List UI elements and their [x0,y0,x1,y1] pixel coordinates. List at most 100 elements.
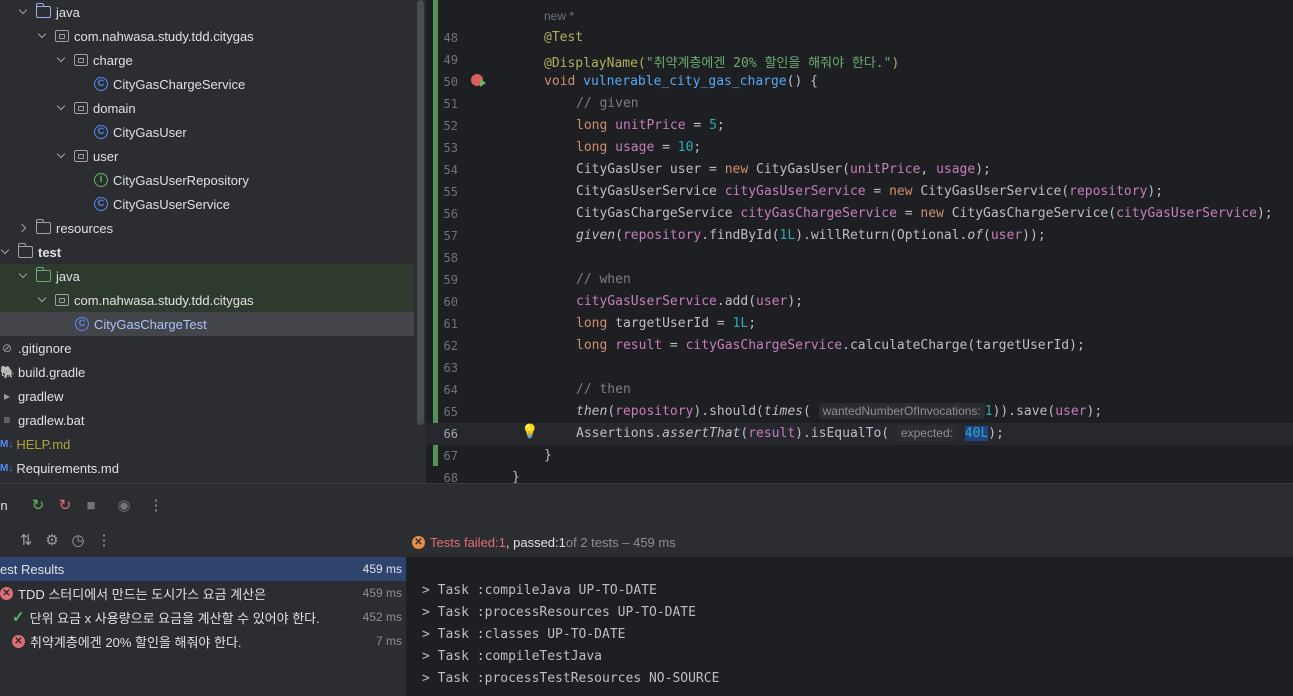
line-number: 63 [443,361,458,375]
package-icon [55,30,69,42]
package-icon [74,150,88,162]
tree-item-citygasuserrepository[interactable]: I CityGasUserRepository [0,168,414,192]
chevron-down-icon[interactable] [56,150,68,162]
test-tree-toolbar: ⇅ ⚙ ◷ ⋮ [0,527,406,557]
line-number: 66 [443,427,458,441]
rerun-icon[interactable]: ↻ [28,496,48,516]
tree-item-java[interactable]: java [0,0,414,24]
failed-icon: ✕ [12,634,25,648]
stop-icon[interactable]: ■ [81,496,101,516]
chevron-down-icon[interactable] [0,246,12,258]
gradle-icon: 🐘 [0,365,15,379]
code-line-62: long result = cityGasChargeService.calcu… [576,338,1085,353]
line-number: 55 [443,185,458,199]
markdown-icon: M↓ [0,462,14,474]
class-icon: C [94,125,108,139]
chevron-down-icon[interactable] [18,6,30,18]
line-number: 65 [443,405,458,419]
console-line: > Task :classes UP-TO-DATE [422,627,626,642]
test-case-row[interactable]: ✓ 단위 요금 x 사용량으로 요금을 계산할 수 있어야 한다. 452 ms [0,605,406,629]
folder-icon [17,243,33,258]
code-line-59: // when [576,272,631,287]
tree-item-package[interactable]: com.nahwasa.study.tdd.citygas [0,24,414,48]
sort-icon[interactable]: ⇅ [16,531,36,551]
history-icon[interactable]: ◷ [68,531,88,551]
console-line: > Task :processResources UP-TO-DATE [422,605,696,620]
code-line-67: } [544,448,552,463]
line-number: 60 [443,295,458,309]
run-tab-fragment[interactable]: n [0,496,14,516]
code-editor[interactable]: new * 48 49 50 51 52 53 54 55 56 57 58 5… [426,0,1293,483]
line-number: 53 [443,141,458,155]
chevron-down-icon[interactable] [37,294,49,306]
more-options-icon[interactable]: ⋮ [146,496,166,516]
console-line: > Task :compileJava UP-TO-DATE [422,583,657,598]
filter-icon[interactable]: ⚙ [42,531,62,551]
tree-item-domain[interactable]: domain [0,96,414,120]
more-options-icon[interactable]: ⋮ [94,531,114,551]
folder-icon [35,3,51,18]
tree-item-build-gradle[interactable]: 🐘 build.gradle [0,360,414,384]
test-results-tree: est Results 459 ms ✕ TDD 스터디에서 만드는 도시가스 … [0,557,406,696]
code-line-55: CityGasUserService cityGasUserService = … [576,184,1164,199]
chevron-down-icon[interactable] [56,102,68,114]
line-number: 68 [443,471,458,483]
tree-item-gradlew-bat[interactable]: ≡ gradlew.bat [0,408,414,432]
class-icon: C [94,77,108,91]
tree-item-help-md[interactable]: M↓ HELP.md [0,432,414,456]
markdown-icon: M↓ [0,438,14,450]
eye-icon[interactable]: ◉ [114,496,134,516]
tree-item-gradlew[interactable]: ▸ gradlew [0,384,414,408]
tree-item-test[interactable]: test [0,240,414,264]
resources-folder-icon [35,219,51,234]
line-number: 62 [443,339,458,353]
chevron-down-icon[interactable] [56,54,68,66]
line-number: 61 [443,317,458,331]
author-hint: new * [544,9,575,23]
text-file-icon: ≡ [3,413,11,427]
tree-item-user[interactable]: user [0,144,414,168]
tree-item-resources[interactable]: resources [0,216,414,240]
console-output[interactable]: > Task :compileJava UP-TO-DATE > Task :p… [406,557,1293,696]
tree-item-citygasuser[interactable]: C CityGasUser [0,120,414,144]
tree-item-citygaschargetest[interactable]: C CityGasChargeTest [0,312,414,336]
chevron-down-icon[interactable] [37,30,49,42]
code-line-57: given(repository.findById(1L).willReturn… [576,228,1046,243]
project-tree: java com.nahwasa.study.tdd.citygas charg… [0,0,426,483]
line-number: 57 [443,229,458,243]
test-case-row[interactable]: ✕ 취약계층에겐 20% 할인을 해줘야 한다. 7 ms [0,629,406,653]
rerun-failed-icon[interactable]: ↻ [55,496,75,516]
run-toolbar: n ↻ ↻ ■ ◉ ⋮ [0,483,1293,527]
code-line-64: // then [576,382,631,397]
line-number: 67 [443,449,458,463]
tree-item-test-package[interactable]: com.nahwasa.study.tdd.citygas [0,288,414,312]
console-line: > Task :processTestResources NO-SOURCE [422,671,720,686]
class-icon: C [75,317,89,331]
tree-item-citygasuserservice[interactable]: C CityGasUserService [0,192,414,216]
run-test-icon[interactable] [471,74,486,87]
chevron-right-icon[interactable] [18,222,30,234]
selected-text: 40L [964,426,989,441]
failed-icon: ✕ [0,586,13,600]
line-number: 54 [443,163,458,177]
test-status-bar: ✕ Tests failed: 1 , passed: 1 of 2 tests… [406,527,1293,557]
code-line-61: long targetUserId = 1L; [576,316,757,331]
tree-scrollbar[interactable] [417,0,424,425]
tree-item-gitignore[interactable]: ⊘ .gitignore [0,336,414,360]
line-number: 58 [443,251,458,265]
test-results-root[interactable]: est Results 459 ms [0,557,406,581]
tree-item-requirements-md[interactable]: M↓ Requirements.md [0,456,414,480]
test-suite-row[interactable]: ✕ TDD 스터디에서 만드는 도시가스 요금 계산은 459 ms [0,581,406,605]
line-number: 51 [443,97,458,111]
lightbulb-icon[interactable]: 💡 [521,424,538,440]
code-line-54: CityGasUser user = new CityGasUser(unitP… [576,162,991,177]
code-line-52: long unitPrice = 5; [576,118,725,133]
tree-item-citygaschargeservice[interactable]: C CityGasChargeService [0,72,414,96]
chevron-down-icon[interactable] [18,270,30,282]
line-number: 52 [443,119,458,133]
warning-x-icon: ✕ [412,535,425,549]
code-line-50: void vulnerable_city_gas_charge() { [544,74,818,89]
tree-item-test-java[interactable]: java [0,264,414,288]
tree-item-charge[interactable]: charge [0,48,414,72]
code-line-49: @DisplayName("취약계층에겐 20% 할인을 해줘야 한다.") [544,56,900,71]
